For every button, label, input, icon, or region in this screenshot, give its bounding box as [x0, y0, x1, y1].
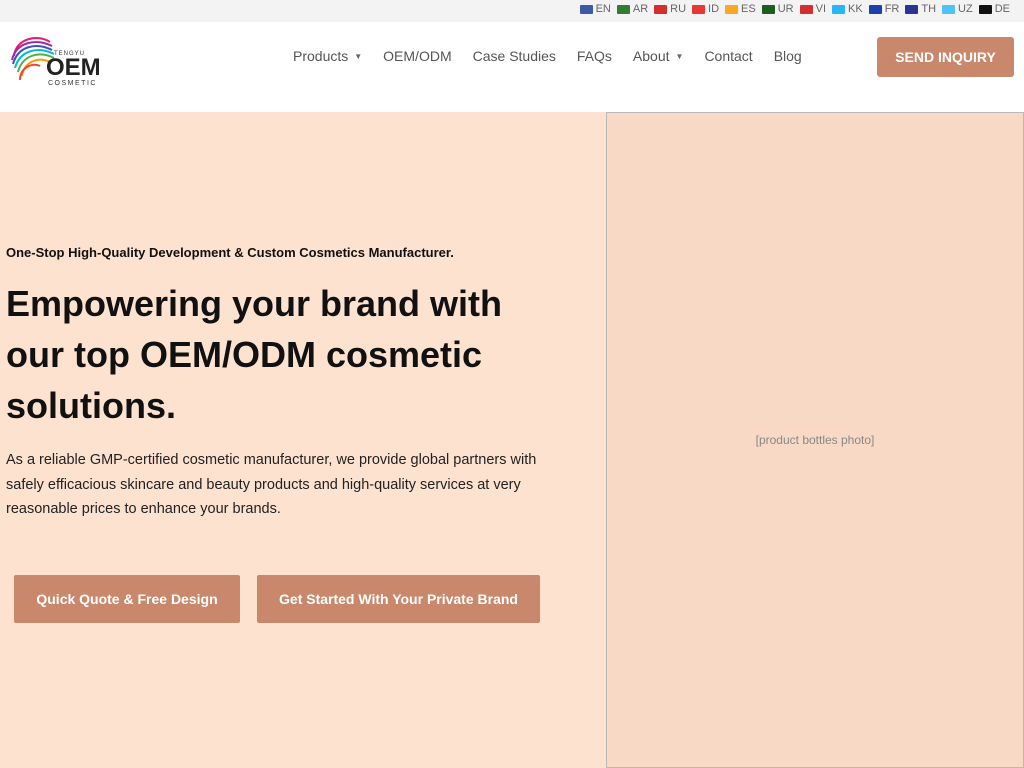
hero-photo-placeholder: [product bottles photo]	[755, 433, 875, 447]
flag-icon	[579, 4, 593, 14]
language-code: RU	[670, 3, 687, 15]
language-vi[interactable]: VI	[799, 3, 827, 15]
language-th[interactable]: TH	[905, 3, 936, 15]
language-code: UR	[777, 3, 794, 15]
language-id[interactable]: ID	[692, 3, 719, 15]
language-code: VI	[815, 3, 827, 15]
nav-about-label: About	[632, 48, 670, 64]
language-ar[interactable]: AR	[616, 3, 649, 15]
hero-product-image: [product bottles photo]	[606, 112, 1024, 768]
quick-quote-button[interactable]: Quick Quote & Free Design	[14, 575, 240, 623]
chevron-down-icon: ▼	[354, 51, 363, 61]
send-inquiry-button[interactable]: SEND INQUIRY	[877, 37, 1014, 77]
logo-subtitle: COSMETIC	[48, 80, 97, 87]
flag-icon	[799, 4, 813, 14]
nav-faqs[interactable]: FAQs	[577, 48, 612, 64]
logo-text: OEM	[46, 54, 101, 81]
nav-case-studies[interactable]: Case Studies	[473, 48, 556, 64]
nav-blog-label: Blog	[773, 48, 802, 64]
language-code: FR	[884, 3, 900, 15]
flag-icon	[761, 4, 775, 14]
nav-oem-odm-label: OEM/ODM	[383, 48, 452, 64]
flag-icon	[905, 4, 919, 14]
language-code: DE	[994, 3, 1010, 15]
flag-icon	[725, 4, 739, 14]
main-nav: Products ▼ OEM/ODM Case Studies FAQs Abo…	[293, 48, 802, 64]
language-code: ES	[741, 3, 756, 15]
hero-headline: Empowering your brand with our top OEM/O…	[6, 283, 503, 426]
nav-contact-label: Contact	[704, 48, 753, 64]
flag-icon	[832, 4, 846, 14]
language-code: ID	[708, 3, 720, 15]
language-es[interactable]: ES	[725, 3, 756, 15]
nav-products[interactable]: Products ▼	[293, 48, 362, 64]
flag-icon	[978, 4, 992, 14]
language-ru[interactable]: RU	[654, 3, 686, 15]
site-logo[interactable]: TENGYU OEM COSMETIC	[10, 28, 101, 88]
nav-about[interactable]: About ▼	[633, 48, 684, 64]
language-ur[interactable]: UR	[761, 3, 794, 15]
language-code: EN	[595, 3, 611, 15]
language-fr[interactable]: FR	[868, 3, 900, 15]
nav-oem-odm[interactable]: OEM/ODM	[383, 48, 451, 64]
flag-icon	[942, 4, 956, 14]
flag-icon	[692, 4, 706, 14]
language-code: TH	[921, 3, 937, 15]
language-kk[interactable]: KK	[832, 3, 863, 15]
nav-faqs-label: FAQs	[576, 48, 612, 64]
site-header: TENGYU OEM COSMETIC Products ▼ OEM/ODM C…	[0, 22, 1024, 112]
language-code: KK	[848, 3, 863, 15]
nav-blog[interactable]: Blog	[774, 48, 802, 64]
chevron-down-icon: ▼	[675, 51, 684, 61]
hero-description: As a reliable GMP-certified cosmetic man…	[6, 452, 537, 517]
nav-products-label: Products	[293, 48, 349, 64]
flag-icon	[868, 4, 882, 14]
flag-icon	[654, 4, 668, 14]
hero-section: One-Stop High-Quality Development & Cust…	[0, 112, 1024, 768]
language-bar: EN AR RU ID ES UR VI KK FR TH UZ DE	[0, 0, 1024, 22]
nav-contact[interactable]: Contact	[704, 48, 752, 64]
language-list: EN AR RU ID ES UR VI KK FR TH UZ DE	[579, 3, 1010, 15]
get-started-button[interactable]: Get Started With Your Private Brand	[257, 575, 540, 623]
language-code: AR	[632, 3, 649, 15]
hero-tagline: One-Stop High-Quality Development & Cust…	[6, 245, 454, 260]
language-de[interactable]: DE	[978, 3, 1010, 15]
language-uz[interactable]: UZ	[942, 3, 973, 15]
language-code: UZ	[958, 3, 973, 15]
nav-case-studies-label: Case Studies	[472, 48, 556, 64]
language-en[interactable]: EN	[579, 3, 611, 15]
flag-icon	[616, 4, 630, 14]
